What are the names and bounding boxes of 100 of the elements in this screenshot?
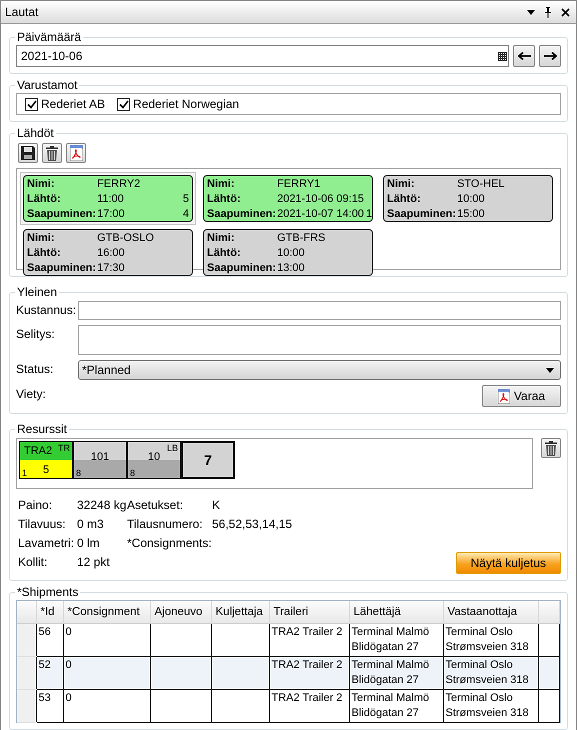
tile-count: 1 [22,468,28,478]
column-header[interactable]: Ajoneuvo [150,601,211,624]
departure-card[interactable]: Nimi: FERRY1 Lähtö: 2021-10-06 09:15 Saapuminen:2021-10-07 14:00 1 [200,172,376,225]
field-label: Lähtö: [27,192,62,207]
field-value: 10:00 [277,246,306,261]
field-label: Nimi: [207,177,236,192]
detail-label: *Consignments: [127,536,212,550]
pdf-button[interactable] [66,143,86,163]
count-value: 1 [364,207,372,222]
table-cell: TRA2 Trailer 2 [269,690,349,722]
detail-value: 0 m3 [77,516,105,530]
detail-value: 32248 kg [77,498,127,512]
input-field[interactable] [78,301,561,320]
table-cell: Terminal Malmö Blidögatan 27 [349,690,443,722]
field-value: STO-HEL [457,177,506,192]
field-value: 17:30 [97,261,126,276]
delete-button[interactable] [42,143,62,163]
close-icon[interactable] [561,8,570,16]
departure-card[interactable]: Nimi: STO-HEL Lähtö: 10:00 Saapuminen:15:00 [380,172,556,225]
calendar-icon[interactable] [498,52,507,60]
column-header[interactable]: Lähettäjä [349,601,443,624]
group-title: *Shipments [16,585,80,599]
field-value: FERRY2 [97,177,142,192]
table-cell: Terminal Oslo Strømsveien 318 [443,690,538,722]
field-value: 10:00 [457,192,486,207]
detail-value: 12 pkt [77,554,111,568]
field-value: GTB-FRS [277,231,326,246]
departure-card[interactable]: Nimi: FERRY2 Lähtö: 11:00 5 Saapuminen:17:00 4 [20,172,196,225]
detail-label: Kollit: [18,554,48,568]
field-label: Saapuminen: [207,261,278,276]
table-cell: 0 [63,656,150,690]
field-label: Saapuminen: [27,261,98,276]
tile-label: 7 [204,452,212,468]
checkbox-label[interactable]: Rederiet AB [41,97,106,111]
departure-card[interactable]: Nimi: GTB-OSLO Lähtö: 16:00 Saapuminen:17:30 [20,226,196,279]
checkbox[interactable] [117,98,130,110]
field-label: Nimi: [387,177,416,192]
resource-tile[interactable]: 101 8 [73,441,127,479]
detail-label: Paino: [18,498,54,512]
tile-tag: TR [58,443,70,453]
detail-label: Asetukset: [127,498,184,512]
date-field[interactable]: 2021-10-06 [16,45,509,67]
trash-icon [545,440,557,456]
column-header[interactable]: *Consignment [63,601,150,624]
field-value: 2021-10-06 09:15 [277,192,364,207]
field-value: 2021-10-07 14:00 [277,207,364,222]
detail-value: 56,52,53,14,15 [212,516,294,530]
tile-label: 10 [148,451,160,463]
dropdown-icon[interactable] [527,10,535,14]
field-label: Nimi: [27,177,56,192]
group-title: Resurssit [16,422,68,436]
checkbox[interactable] [25,98,38,110]
caret-icon [546,368,554,372]
table-cell: 52 [36,656,63,690]
tile-label: 101 [90,451,110,463]
left-arrow-icon [518,52,530,60]
tile-count: 8 [130,468,136,478]
column-header[interactable]: Traileri [269,601,349,624]
field-label: Nimi: [207,231,236,246]
count-value: 5 [182,192,189,207]
resource-tile[interactable]: 10 LB 8 [127,441,181,479]
resource-tile[interactable]: TRA2 TR 1 5 [19,441,73,479]
window-title: Lautat [5,5,40,19]
column-header[interactable]: *Id [36,601,63,624]
field-value: FERRY1 [277,177,322,192]
pdf-document-icon [70,145,82,161]
column-header[interactable]: Vastaanottaja [443,601,538,624]
table-cell: 53 [36,690,63,722]
checkbox-label[interactable]: Rederiet Norwegian [133,97,240,111]
table-cell: Terminal Malmö Blidögatan 27 [349,656,443,690]
field-label: Kustannus: [16,302,78,319]
show-transport-button[interactable]: Näytä kuljetus [456,552,561,574]
field-label: Lähtö: [207,192,242,207]
departure-card[interactable]: Nimi: GTB-FRS Lähtö: 10:00 Saapuminen:13:00 [200,226,376,279]
book-button[interactable]: Varaa [482,385,561,407]
detail-label: Lavametri: [18,536,76,550]
count-value: 4 [182,207,189,222]
field-value: 16:00 [97,246,126,261]
previous-day-button[interactable] [513,45,535,67]
delete-button[interactable] [541,438,561,458]
pin-icon[interactable] [544,6,552,18]
field-label: Lähtö: [207,246,242,261]
next-day-button[interactable] [539,45,561,67]
resource-tile[interactable]: 7 [181,441,235,479]
field-label: Saapuminen: [207,207,278,222]
field-value: GTB-OSLO [97,231,155,246]
field-value: 11:00 [97,192,125,207]
status-dropdown[interactable]: *Planned [78,360,561,380]
save-button[interactable] [18,143,38,163]
group-title: Päivämäärä [16,30,82,44]
pdf-document-icon [498,388,510,404]
detail-value: K [212,498,222,512]
field-value: 13:00 [277,261,306,276]
field-label: Status: [16,361,54,378]
table-cell: 0 [63,690,150,722]
column-header[interactable]: Kuljettaja [211,601,269,624]
tile-count: 8 [76,468,82,478]
table-cell: TRA2 Trailer 2 [269,656,349,690]
group-title: Varustamot [16,78,78,92]
field-label: Nimi: [27,231,56,246]
